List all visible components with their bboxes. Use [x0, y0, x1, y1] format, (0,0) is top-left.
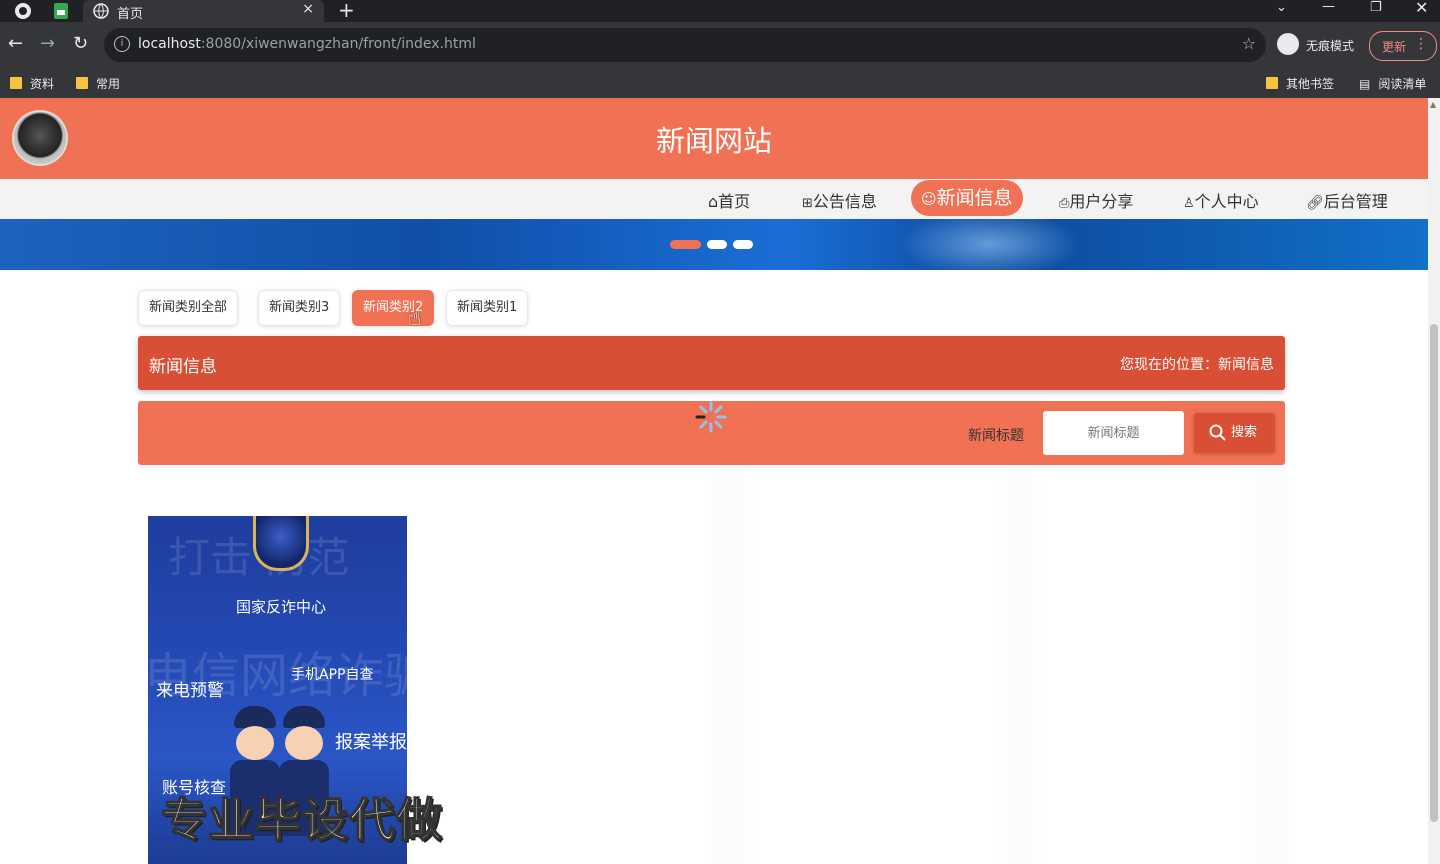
nav-announcements[interactable]: ⊞公告信息: [802, 188, 877, 212]
link-icon: 🔗︎: [1306, 195, 1324, 211]
reload-icon[interactable]: ↻: [73, 33, 88, 54]
search-label: 新闻标题: [968, 428, 1024, 444]
print-icon: ⎙: [1059, 196, 1070, 211]
new-tab-button[interactable]: +: [338, 0, 355, 22]
category-3[interactable]: 新闻类别3: [258, 290, 341, 326]
bookmark-star-icon[interactable]: ☆: [1242, 34, 1256, 53]
search-icon: [1209, 424, 1226, 441]
watermark-text: 专业毕设代做: [160, 792, 443, 848]
active-tab[interactable]: 首页 ×: [83, 0, 324, 22]
carousel-dot-3[interactable]: [733, 240, 753, 249]
bookmark-folder-changyong[interactable]: 常用: [76, 75, 120, 92]
restore-icon[interactable]: ❐: [1370, 0, 1382, 15]
category-1[interactable]: 新闻类别1: [446, 290, 529, 326]
sheet-tab-icon[interactable]: [52, 2, 70, 20]
faint-column: [700, 470, 760, 864]
url-text[interactable]: localhost:8080/xiwenwangzhan/front/index…: [138, 36, 476, 52]
incognito-icon[interactable]: [1277, 33, 1299, 55]
other-bookmarks[interactable]: 其他书签: [1266, 75, 1334, 92]
nav-user-share[interactable]: ⎙用户分享: [1059, 188, 1133, 212]
card-report-tag: 报案举报: [335, 732, 407, 753]
carousel-dot-1[interactable]: [670, 240, 701, 249]
search-button[interactable]: 搜索: [1194, 413, 1275, 453]
loading-spinner-icon: [695, 401, 727, 433]
bookmark-folder-ziliao[interactable]: 资料: [10, 75, 54, 92]
nav-admin[interactable]: 🔗︎后台管理: [1306, 188, 1388, 212]
card-left-tag: 来电预警: [156, 681, 224, 701]
folder-icon: [76, 77, 88, 89]
card-center-title: 国家反诈中心: [236, 598, 327, 616]
category-all[interactable]: 新闻类别全部: [138, 290, 239, 326]
browser-tab-strip: 首页 × + ⌄ — ❐ ✕: [0, 0, 1440, 22]
scrollbar-thumb[interactable]: [1430, 324, 1438, 822]
nav-personal-center[interactable]: ♙个人中心: [1183, 188, 1259, 212]
section-header: 新闻信息 您现在的位置：新闻信息: [138, 336, 1285, 390]
carousel-dot-2[interactable]: [707, 240, 727, 249]
close-window-icon[interactable]: ✕: [1415, 0, 1428, 17]
breadcrumb: 您现在的位置：新闻信息: [1120, 357, 1274, 373]
nav-news[interactable]: ☺新闻信息: [911, 180, 1023, 216]
minimize-icon[interactable]: —: [1322, 0, 1335, 14]
home-icon: ⌂: [708, 192, 719, 211]
menu-kebab-icon: ⋮: [1414, 36, 1428, 52]
folder-icon: [10, 77, 22, 89]
back-icon[interactable]: ←: [8, 33, 23, 54]
scroll-up-icon: ▲: [1430, 100, 1437, 109]
globe-icon: [93, 3, 109, 19]
incognito-label[interactable]: 无痕模式: [1306, 37, 1354, 54]
faint-column: [1240, 470, 1300, 864]
gift-icon: ⊞: [802, 196, 813, 211]
address-bar[interactable]: i localhost:8080/xiwenwangzhan/front/ind…: [104, 28, 1266, 62]
folder-icon: [1266, 77, 1278, 89]
tab-search-icon[interactable]: ⌄: [1276, 0, 1287, 15]
update-button[interactable]: 更新 ⋮: [1369, 31, 1437, 61]
reading-list-icon: ▤: [1359, 77, 1371, 91]
bookmarks-bar: 资料 常用 其他书签 ▤ 阅读清单: [0, 68, 1440, 99]
chrome-profile-icon[interactable]: [14, 2, 32, 20]
search-input[interactable]: [1043, 411, 1184, 455]
page-scrollbar[interactable]: ▲: [1428, 98, 1440, 864]
faint-column: [990, 470, 1050, 864]
site-info-icon[interactable]: i: [114, 36, 130, 52]
smile-icon: ☺: [921, 190, 937, 208]
user-icon: ♙: [1183, 196, 1195, 211]
main-nav: ⌂首页 ⊞公告信息 ☺新闻信息 ⎙用户分享 ♙个人中心 🔗︎后台管理: [0, 179, 1428, 219]
badge-emblem-icon: [253, 516, 309, 571]
reading-list[interactable]: ▤ 阅读清单: [1359, 75, 1426, 92]
browser-toolbar: ← → ↻ i localhost:8080/xiwenwangzhan/fro…: [0, 22, 1440, 68]
tab-title: 首页: [117, 7, 144, 22]
nav-home[interactable]: ⌂首页: [708, 188, 750, 212]
tab-close-icon[interactable]: ×: [302, 1, 314, 17]
category-2[interactable]: 新闻类别2: [352, 290, 435, 326]
site-title: 新闻网站: [655, 124, 772, 158]
site-header: 新闻网站: [0, 98, 1428, 179]
section-title: 新闻信息: [149, 357, 217, 377]
banner-carousel[interactable]: [0, 219, 1428, 270]
forward-icon[interactable]: →: [40, 33, 55, 54]
card-right-tag: 手机APP自查: [291, 667, 374, 683]
hand-cursor-icon: ☝: [408, 306, 422, 331]
